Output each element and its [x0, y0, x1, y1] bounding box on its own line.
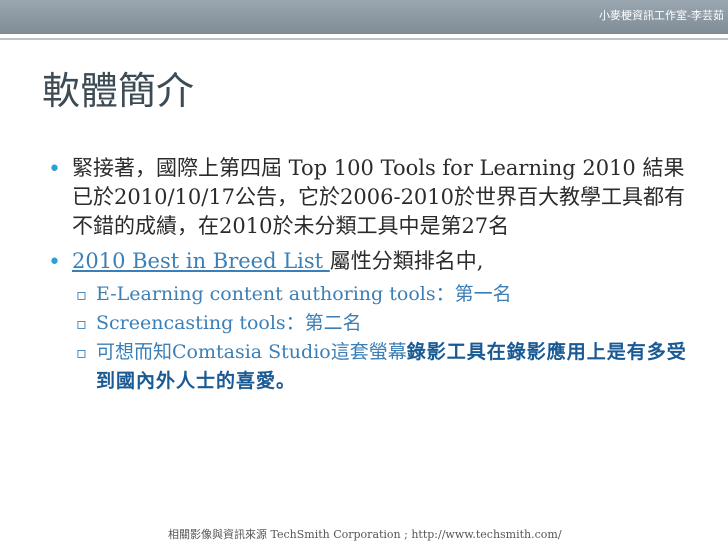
bullet-text: 緊接著，國際上第四屆 Top 100 Tools for Learning 20… — [72, 156, 686, 238]
slide-body: • 緊接著，國際上第四屆 Top 100 Tools for Learning … — [48, 154, 688, 396]
author-label: 小麥梗資訊工作室-李芸茹 — [599, 9, 724, 22]
sub-bullet-item: ▫ 可想而知Comtasia Studio這套螢幕錄影工具在錄影應用上是有多受到… — [48, 338, 688, 396]
square-bullet-icon: ▫ — [76, 314, 87, 333]
bullet-item: • 緊接著，國際上第四屆 Top 100 Tools for Learning … — [48, 154, 688, 241]
best-in-breed-link[interactable]: 2010 Best in Breed List — [72, 249, 330, 273]
bullet-dot-icon: • — [48, 157, 61, 182]
bullet-dot-icon: • — [48, 250, 61, 275]
bullet-text: 屬性分類排名中, — [329, 249, 484, 273]
source-footer: 相關影像與資訊來源 TechSmith Corporation ; http:/… — [168, 528, 562, 541]
sub-bullet-text: E-Learning content authoring tools：第一名 — [96, 283, 512, 305]
sub-bullet-text: Screencasting tools：第二名 — [96, 312, 362, 334]
slide-title: 軟體簡介 — [42, 69, 195, 113]
sub-bullet-text: 可想而知Comtasia Studio這套螢幕 — [96, 341, 407, 363]
square-bullet-icon: ▫ — [76, 343, 87, 362]
header-divider — [0, 38, 728, 40]
sub-bullet-item: ▫ Screencasting tools：第二名 — [48, 309, 688, 338]
header-band: 小麥梗資訊工作室-李芸茹 — [0, 0, 728, 34]
bullet-item: • 2010 Best in Breed List 屬性分類排名中, — [48, 247, 688, 276]
square-bullet-icon: ▫ — [76, 285, 87, 304]
sub-bullet-item: ▫ E-Learning content authoring tools：第一名 — [48, 280, 688, 309]
